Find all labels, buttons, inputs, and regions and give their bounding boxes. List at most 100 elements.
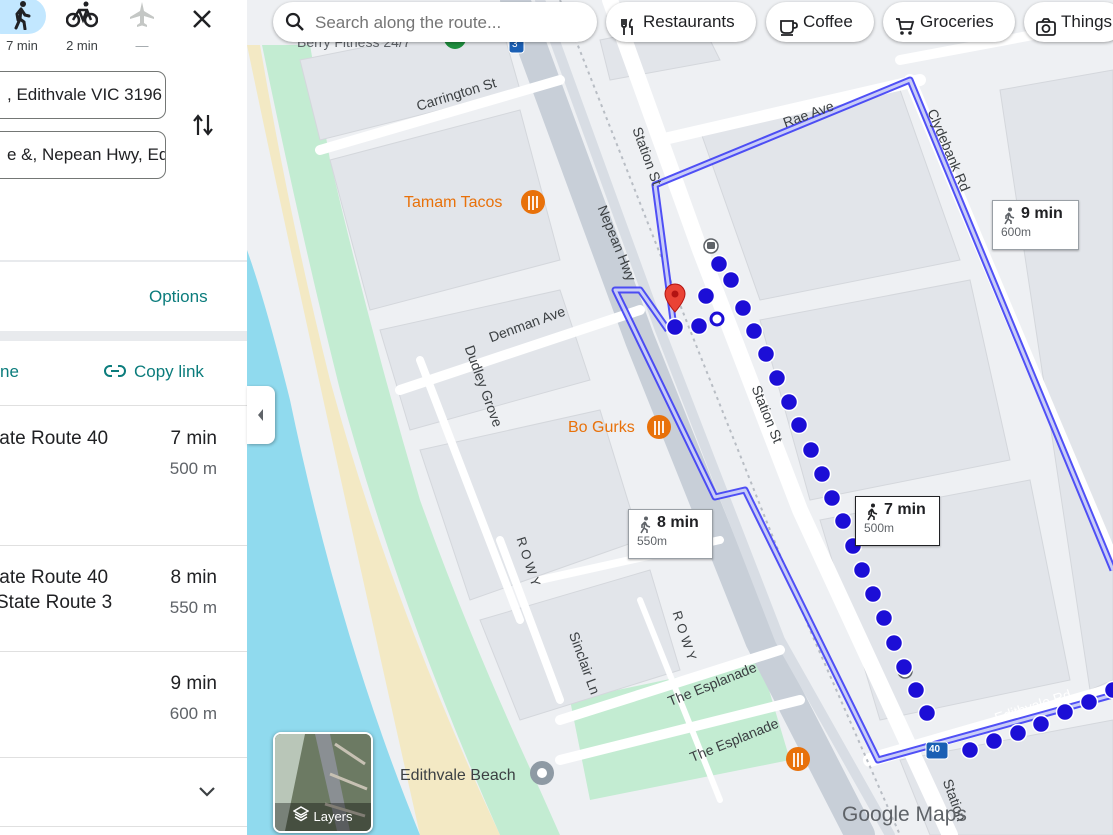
callout-distance: 500m [864, 521, 895, 535]
divider [0, 826, 247, 827]
chip-label: Groceries [920, 12, 994, 31]
route-dot [665, 317, 685, 337]
route-dot [874, 608, 894, 628]
origin-field[interactable]: , Edithvale VIC 3196 [0, 71, 166, 119]
mode-bike[interactable]: 2 min [54, 0, 110, 60]
directions-panel: 7 min 2 min — , Edithvale VIC 3196 e &, … [0, 0, 247, 835]
route-dot [689, 316, 709, 336]
walk-icon [1001, 207, 1017, 225]
search-icon [285, 12, 305, 37]
route-time: 7 min [170, 428, 217, 449]
route-callout-7min[interactable]: 7 min 500m [855, 496, 940, 546]
route-search-bar[interactable] [273, 2, 597, 44]
options-link[interactable]: Options [149, 287, 208, 307]
route-via: tate Route 40 [0, 428, 109, 449]
callout-time: 9 min [1021, 205, 1063, 222]
divider [0, 260, 247, 262]
swap-icon[interactable] [191, 111, 215, 139]
origin-value: , Edithvale VIC 3196 [7, 85, 162, 104]
destination-value: e &, Nepean Hwy, Ed [7, 145, 166, 164]
coffee-icon [778, 12, 798, 36]
route-dot [917, 703, 937, 723]
fork-knife-icon [618, 12, 638, 35]
share-link[interactable]: ne [0, 362, 19, 382]
route-dot [709, 254, 729, 274]
restaurant-icon [521, 190, 545, 214]
layers-button[interactable]: Layers [273, 732, 373, 833]
route-distance: 600 m [169, 704, 217, 723]
restaurant-icon [786, 747, 810, 771]
chip-coffee[interactable]: Coffee [766, 2, 874, 42]
layers-icon [292, 804, 310, 831]
route-dot [756, 344, 776, 364]
mode-flight[interactable]: — [114, 0, 170, 60]
camera-icon [1036, 12, 1056, 36]
route-dot [767, 368, 787, 388]
route-dot [1008, 723, 1028, 743]
route-dot [822, 488, 842, 508]
copy-link-label: Copy link [134, 362, 204, 381]
route-via: tate Route 40 [0, 567, 109, 588]
callout-time: 8 min [657, 514, 699, 531]
chip-restaurants[interactable]: Restaurants [606, 2, 756, 42]
chip-things[interactable]: Things [1024, 2, 1113, 42]
tram-stop-icon [703, 238, 719, 254]
chip-label: Coffee [803, 12, 853, 31]
route-time: 8 min [170, 567, 217, 588]
origin-dot [709, 311, 725, 327]
bike-icon [54, 0, 110, 34]
chevron-down-icon[interactable] [196, 784, 218, 805]
destination-field[interactable]: e &, Nepean Hwy, Ed [0, 131, 166, 179]
restaurant-icon [647, 415, 671, 439]
route-option-1[interactable]: tate Route 40 7 min 500 m [0, 406, 247, 546]
beach-pin-icon [530, 761, 554, 785]
callout-distance: 550m [637, 534, 668, 548]
copy-link-button[interactable]: Copy link [104, 362, 204, 383]
callout-distance: 600m [1001, 225, 1032, 239]
route-distance: 500 m [169, 459, 217, 478]
flight-icon [114, 0, 170, 34]
link-icon [104, 363, 126, 383]
callout-time: 7 min [884, 501, 926, 518]
mode-bike-time: 2 min [66, 38, 98, 53]
walk-icon [0, 0, 50, 34]
search-input[interactable] [313, 2, 587, 44]
route-dot [984, 731, 1004, 751]
route-dot [1031, 714, 1051, 734]
route-option-3[interactable]: 9 min 600 m [0, 652, 247, 758]
collapse-panel-button[interactable] [247, 386, 275, 444]
route-dot [744, 321, 764, 341]
route-dot [833, 511, 853, 531]
poi-edithvale-beach[interactable]: Edithvale Beach [400, 767, 516, 785]
walk-icon [864, 503, 880, 521]
route-dot [789, 415, 809, 435]
route-time: 9 min [170, 673, 217, 694]
route-dot [1079, 692, 1099, 712]
chip-label: Restaurants [643, 12, 735, 31]
google-maps-logo: Google Maps [842, 803, 967, 826]
route-dot [812, 464, 832, 484]
route-callout-8min[interactable]: 8 min 550m [628, 509, 713, 559]
cart-icon [895, 12, 915, 35]
route-dot [863, 584, 883, 604]
route-dot [906, 680, 926, 700]
route-option-2[interactable]: tate Route 40 State Route 3 8 min 550 m [0, 546, 247, 652]
route-dot [721, 270, 741, 290]
poi-bo-gurks[interactable]: Bo Gurks [568, 419, 635, 437]
route-dot [1055, 702, 1075, 722]
divider-thick [0, 331, 247, 341]
route-dot [733, 298, 753, 318]
mode-walk[interactable]: 7 min [0, 0, 50, 60]
route-dot [779, 392, 799, 412]
map-canvas[interactable]: Tamam Tacos Bo Gurks Edithvale Beach Ber… [247, 0, 1113, 835]
route-callout-9min[interactable]: 9 min 600m [992, 200, 1079, 250]
route-dot [894, 657, 914, 677]
route-distance: 550 m [169, 598, 217, 617]
route-dot [960, 740, 980, 760]
close-icon[interactable] [188, 5, 216, 33]
poi-tamam-tacos[interactable]: Tamam Tacos [404, 194, 502, 212]
chip-groceries[interactable]: Groceries [883, 2, 1015, 42]
layers-label: Layers [313, 809, 353, 824]
chip-label: Things [1061, 12, 1113, 31]
shield-40-label: 40 [929, 744, 941, 755]
